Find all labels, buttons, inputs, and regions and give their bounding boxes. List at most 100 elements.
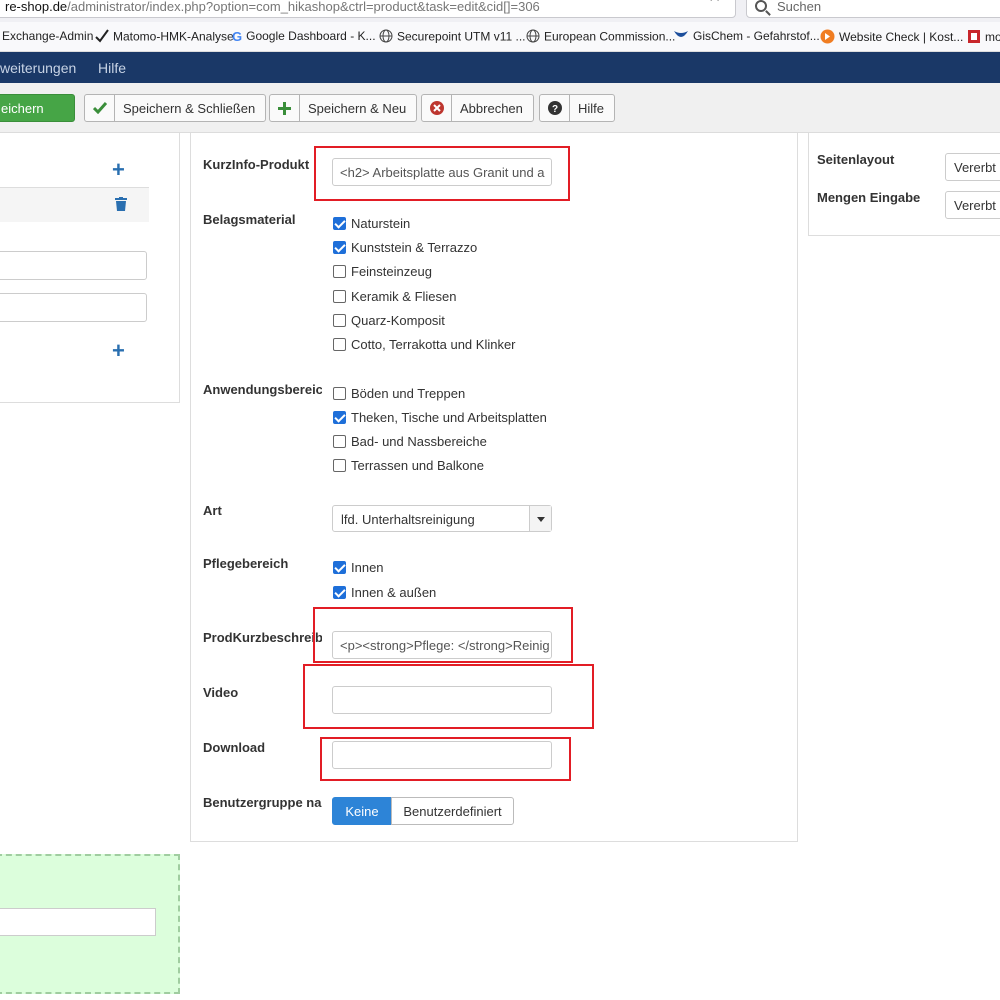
svg-text:?: ? bbox=[551, 104, 557, 115]
checkbox-innen-aussen[interactable]: Innen & außen bbox=[333, 583, 436, 601]
bookmark-european-commission[interactable]: European Commission... bbox=[526, 29, 675, 46]
list-row bbox=[0, 188, 149, 222]
checkbox[interactable] bbox=[333, 337, 346, 351]
chevron-down-icon[interactable] bbox=[529, 506, 551, 531]
highlight-box bbox=[314, 146, 570, 201]
highlight-box bbox=[320, 737, 571, 781]
checkbox-label: Innen bbox=[351, 559, 384, 575]
pflegebereich-label: Pflegebereich bbox=[203, 556, 289, 571]
checkbox-label: Bad- und Nassbereiche bbox=[351, 433, 487, 449]
option-benutzerdefiniert[interactable]: Benutzerdefiniert bbox=[391, 797, 514, 825]
menu-item-hilfe[interactable]: Hilfe bbox=[98, 60, 126, 76]
checkbox-label: Naturstein bbox=[351, 215, 411, 231]
seitenlayout-select[interactable]: Vererbt bbox=[945, 153, 1000, 181]
mengen-eingabe-select[interactable]: Vererbt bbox=[945, 191, 1000, 219]
checkbox-feinsteinzeug[interactable]: Feinsteinzeug bbox=[333, 262, 432, 280]
save-close-label: Speichern & Schließen bbox=[123, 100, 256, 116]
browser-search-box[interactable]: Suchen bbox=[746, 0, 1000, 18]
url-bar[interactable]: re-shop.de/administrator/index.php?optio… bbox=[0, 0, 736, 18]
bookmark-star-icon[interactable]: ☆ bbox=[707, 0, 722, 6]
art-select-value: lfd. Unterhaltsreinigung bbox=[341, 512, 475, 527]
checkbox[interactable] bbox=[333, 410, 346, 424]
bookmark-matomo[interactable]: Matomo-HMK-Analyse bbox=[95, 29, 234, 46]
checkbox-label: Terrassen und Balkone bbox=[351, 457, 484, 473]
save-new-button[interactable]: Speichern & Neu bbox=[269, 94, 418, 122]
checkbox[interactable] bbox=[333, 386, 346, 400]
mengen-eingabe-label: Mengen Eingabe bbox=[817, 190, 921, 205]
checkbox-cotto[interactable]: Cotto, Terrakotta und Klinker bbox=[333, 335, 516, 353]
checkbox-theken[interactable]: Theken, Tische und Arbeitsplatten bbox=[333, 408, 547, 426]
highlight-box bbox=[303, 664, 594, 729]
bookmark-securepoint[interactable]: Securepoint UTM v11 ... bbox=[379, 29, 526, 46]
trash-icon[interactable] bbox=[115, 197, 127, 214]
menu-item-erweiterungen[interactable]: weiterungen bbox=[0, 60, 76, 76]
seitenlayout-label: Seitenlayout bbox=[817, 152, 895, 167]
plus-icon bbox=[270, 95, 300, 121]
checkbox[interactable] bbox=[333, 560, 346, 574]
right-panel bbox=[808, 133, 1000, 236]
checkbox-terrassen[interactable]: Terrassen und Balkone bbox=[333, 456, 484, 474]
checkbox-naturstein[interactable]: Naturstein bbox=[333, 214, 410, 232]
custom-fields-panel bbox=[190, 133, 798, 842]
globe-icon bbox=[379, 29, 393, 46]
left-text-input[interactable] bbox=[0, 251, 147, 280]
save-button[interactable]: eichern bbox=[0, 94, 75, 122]
help-label: Hilfe bbox=[578, 100, 605, 116]
checkbox[interactable] bbox=[333, 289, 346, 303]
bookmark-label: Matomo-HMK-Analyse bbox=[113, 29, 234, 44]
checkbox-label: Böden und Treppen bbox=[351, 385, 466, 401]
checkbox[interactable] bbox=[333, 585, 346, 599]
bookmark-website-check[interactable]: Website Check | Kost... bbox=[820, 29, 963, 47]
cancel-button[interactable]: Abbrechen bbox=[421, 94, 534, 122]
gischem-icon bbox=[673, 29, 689, 44]
checkbox-label: Quarz-Komposit bbox=[351, 312, 445, 328]
art-select[interactable]: lfd. Unterhaltsreinigung bbox=[332, 505, 552, 532]
drop-zone bbox=[0, 854, 180, 994]
add-icon[interactable]: + bbox=[112, 157, 125, 183]
bookmark-exchange-admin[interactable]: Exchange-Admin bbox=[2, 29, 93, 43]
check-icon bbox=[85, 95, 115, 121]
add-icon[interactable]: + bbox=[112, 338, 125, 364]
drop-zone-input[interactable] bbox=[0, 908, 156, 936]
prodkurz-label: ProdKurzbeschreibung bbox=[203, 630, 322, 645]
checkbox-keramik[interactable]: Keramik & Fliesen bbox=[333, 287, 456, 305]
help-button[interactable]: ? Hilfe bbox=[539, 94, 616, 122]
kurzinfo-label: KurzInfo-Produkt bbox=[203, 157, 310, 172]
website-check-icon bbox=[820, 29, 835, 47]
art-label: Art bbox=[203, 503, 222, 518]
bookmark-label: Google Dashboard - K... bbox=[246, 29, 376, 43]
checkbox-label: Innen & außen bbox=[351, 584, 437, 600]
bookmark-label: European Commission... bbox=[544, 29, 676, 44]
checkbox[interactable] bbox=[333, 216, 346, 230]
checkbox-kunststein[interactable]: Kunststein & Terrazzo bbox=[333, 238, 477, 256]
bookmark-label: Exchange-Admin bbox=[2, 29, 94, 43]
mo-icon bbox=[967, 29, 981, 47]
bookmark-gischem[interactable]: GisChem - Gefahrstof... bbox=[673, 29, 820, 44]
search-placeholder: Suchen bbox=[777, 0, 822, 14]
browser-toolbar: re-shop.de/administrator/index.php?optio… bbox=[0, 0, 1000, 22]
highlight-box bbox=[313, 607, 573, 663]
checkbox[interactable] bbox=[333, 240, 346, 254]
save-close-button[interactable]: Speichern & Schließen bbox=[84, 94, 267, 122]
checkmark-icon bbox=[95, 29, 109, 46]
bookmark-google-dashboard[interactable]: G Google Dashboard - K... bbox=[232, 29, 376, 44]
bookmark-mo[interactable]: mo bbox=[967, 29, 1000, 47]
url-text: re-shop.de/administrator/index.php?optio… bbox=[5, 0, 540, 14]
search-icon bbox=[755, 0, 767, 12]
bookmark-label: Securepoint UTM v11 ... bbox=[397, 29, 526, 44]
left-text-input[interactable] bbox=[0, 293, 147, 322]
checkbox-bad[interactable]: Bad- und Nassbereiche bbox=[333, 432, 487, 450]
checkbox[interactable] bbox=[333, 313, 346, 327]
checkbox[interactable] bbox=[333, 458, 346, 472]
checkbox[interactable] bbox=[333, 264, 346, 278]
checkbox-innen[interactable]: Innen bbox=[333, 558, 384, 576]
cancel-label: Abbrechen bbox=[460, 100, 523, 116]
admin-menu: weiterungen Hilfe bbox=[0, 52, 1000, 83]
checkbox-boeden[interactable]: Böden und Treppen bbox=[333, 384, 465, 402]
left-panel: + + bbox=[0, 133, 180, 403]
option-keine[interactable]: Keine bbox=[332, 797, 392, 825]
checkbox[interactable] bbox=[333, 434, 346, 448]
globe-icon bbox=[526, 29, 540, 46]
save-new-label: Speichern & Neu bbox=[308, 100, 407, 116]
checkbox-quarz[interactable]: Quarz-Komposit bbox=[333, 311, 445, 329]
